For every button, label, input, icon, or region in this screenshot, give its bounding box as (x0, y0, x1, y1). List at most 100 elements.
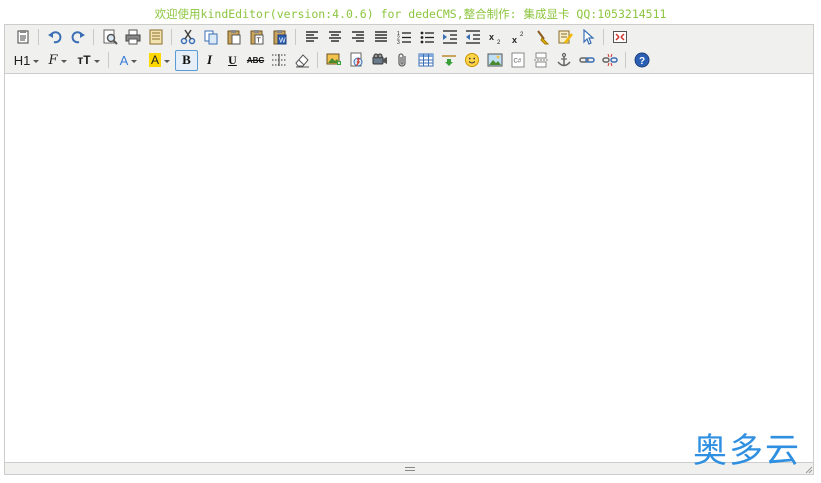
font-family-label: F (48, 52, 58, 68)
outdent-button[interactable] (461, 27, 484, 48)
paperclip-icon (397, 53, 406, 67)
toolbar-row-1: T W 123 x 2 x 2 (11, 26, 631, 48)
svg-text:2: 2 (520, 32, 524, 38)
anchor-button[interactable] (552, 50, 575, 71)
bold-label: B (182, 52, 191, 67)
unlink-button[interactable] (598, 50, 621, 71)
print-icon (125, 29, 140, 45)
link-button[interactable] (575, 50, 598, 71)
hilite-color-dropdown[interactable]: A (144, 50, 175, 71)
code-button[interactable]: C# (506, 50, 529, 71)
anchor-icon (556, 52, 571, 67)
strikethrough-button[interactable]: ABC (244, 50, 267, 71)
subscript-button[interactable]: x2 (484, 27, 507, 48)
line-height-icon (271, 54, 286, 66)
svg-text:x: x (512, 35, 517, 45)
italic-button[interactable]: I (198, 50, 221, 71)
toolbar-separator (38, 29, 39, 45)
ordered-list-icon: 123 (397, 31, 411, 45)
chevron-down-icon (60, 59, 67, 63)
code-icon: C# (511, 52, 524, 68)
outdent-icon (465, 30, 480, 44)
align-justify-button[interactable] (369, 27, 392, 48)
page-break-button[interactable] (529, 50, 552, 71)
line-height-button[interactable] (267, 50, 290, 71)
superscript-button[interactable]: x2 (507, 27, 530, 48)
clear-html-button[interactable] (530, 27, 553, 48)
editor-content-area[interactable] (5, 75, 813, 462)
video-icon (372, 53, 387, 65)
chevron-down-icon (164, 59, 170, 63)
about-button[interactable]: ? (630, 50, 653, 71)
resize-handle[interactable] (404, 464, 416, 473)
svg-text:W: W (279, 38, 286, 45)
paste-button[interactable] (222, 27, 245, 48)
preview-icon (103, 29, 118, 45)
fullscreen-icon (612, 31, 627, 43)
toolbar-separator (93, 29, 94, 45)
bold-button[interactable]: B (175, 49, 198, 71)
image-button[interactable] (322, 50, 345, 71)
source-code-icon (17, 30, 28, 44)
help-icon: ? (634, 52, 649, 68)
unlink-icon (601, 53, 618, 67)
underline-label: U (228, 52, 237, 67)
paste-word-icon: W (273, 30, 286, 45)
editor-statusbar (5, 462, 813, 474)
quick-format-button[interactable] (553, 27, 576, 48)
horizontal-rule-button[interactable] (437, 50, 460, 71)
table-button[interactable] (414, 50, 437, 71)
svg-text:x: x (489, 32, 494, 42)
align-left-button[interactable] (300, 27, 323, 48)
undo-button[interactable] (43, 27, 66, 48)
template-button[interactable] (144, 27, 167, 48)
image-manager-button[interactable] (483, 50, 506, 71)
flash-icon (350, 52, 362, 67)
select-all-button[interactable] (576, 27, 599, 48)
font-family-dropdown[interactable]: F (42, 50, 73, 71)
align-right-button[interactable] (346, 27, 369, 48)
welcome-banner: 欢迎使用kindEditor(version:4.0.6) for dedeCM… (154, 7, 667, 21)
fullscreen-button[interactable] (608, 27, 631, 48)
emoticon-button[interactable] (460, 50, 483, 71)
rich-text-editor: T W 123 x 2 x 2 H1 F тT A A B I U ABC C#… (4, 24, 814, 475)
heading-dropdown[interactable]: H1 (11, 50, 42, 71)
eraser-icon (294, 54, 309, 68)
attachment-button[interactable] (391, 50, 414, 71)
page-break-icon (533, 52, 548, 68)
indent-button[interactable] (438, 27, 461, 48)
ordered-list-button[interactable]: 123 (392, 27, 415, 48)
unordered-list-button[interactable] (415, 27, 438, 48)
paste-plain-icon: T (250, 30, 263, 45)
fore-color-dropdown[interactable]: A (113, 50, 144, 71)
svg-text:?: ? (639, 56, 645, 67)
print-button[interactable] (121, 27, 144, 48)
italic-label: I (206, 52, 213, 67)
copy-button[interactable] (199, 27, 222, 48)
table-icon (418, 53, 433, 67)
svg-text:T: T (256, 38, 261, 45)
preview-button[interactable] (98, 27, 121, 48)
horizontal-rule-icon (441, 55, 456, 66)
align-right-icon (351, 31, 364, 42)
toolbar-separator (108, 52, 109, 68)
remove-format-button[interactable] (290, 50, 313, 71)
copy-icon (204, 30, 217, 45)
align-center-button[interactable] (323, 27, 346, 48)
paste-word-button[interactable]: W (268, 27, 291, 48)
flash-button[interactable] (345, 50, 368, 71)
picture-icon (487, 53, 502, 67)
cut-button[interactable] (176, 27, 199, 48)
redo-button[interactable] (66, 27, 89, 48)
paste-plain-button[interactable]: T (245, 27, 268, 48)
media-button[interactable] (368, 50, 391, 71)
font-size-label: тT (77, 53, 91, 67)
heading-label: H1 (13, 52, 31, 68)
hilite-color-label: A (148, 53, 161, 67)
underline-button[interactable]: U (221, 50, 244, 71)
link-icon (578, 57, 595, 63)
editor-toolbar: T W 123 x 2 x 2 H1 F тT A A B I U ABC C#… (5, 25, 813, 74)
source-code-button[interactable] (11, 27, 34, 48)
font-size-dropdown[interactable]: тT (73, 50, 104, 71)
align-center-icon (328, 31, 341, 42)
